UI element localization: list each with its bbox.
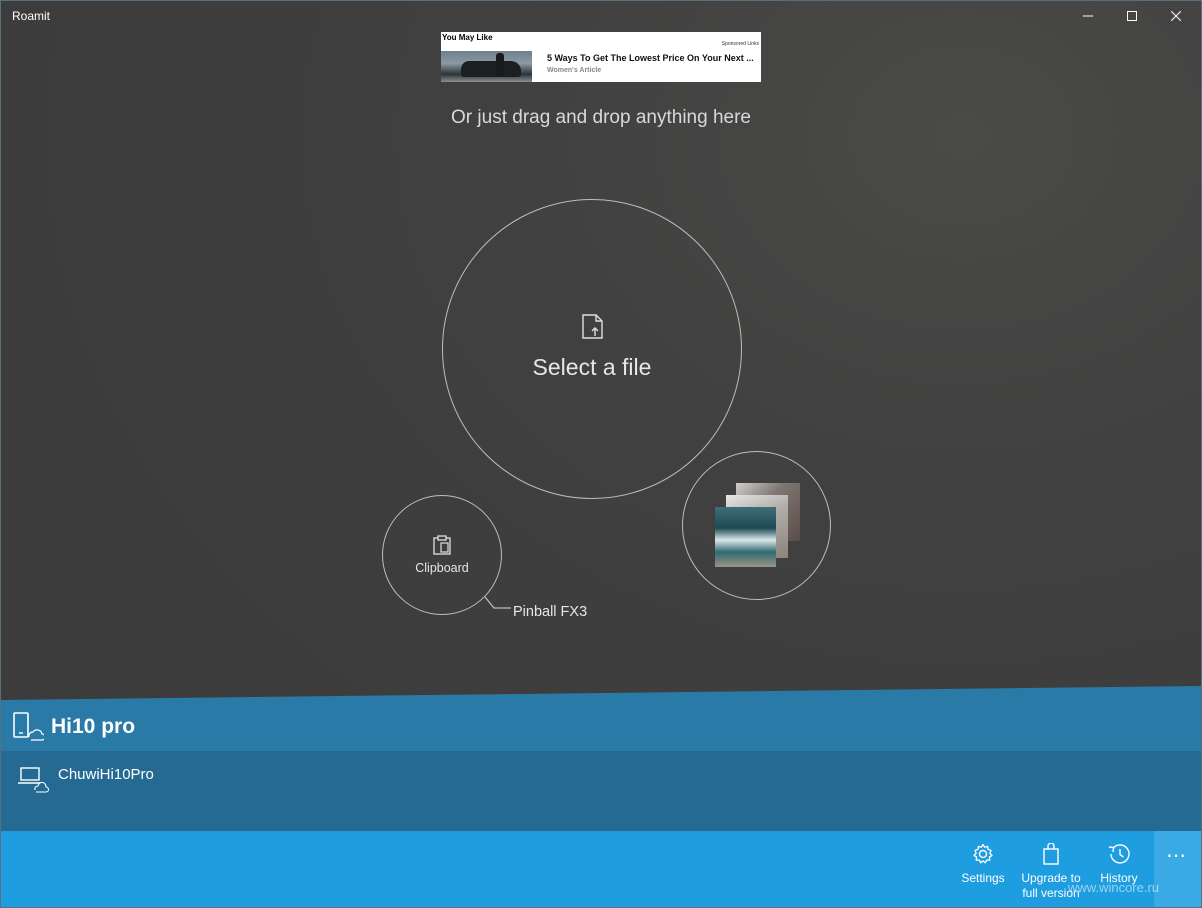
app-window: Roamit You May Like Sponsored Links 5 Wa…	[0, 0, 1202, 908]
ad-car-image	[461, 61, 521, 77]
clipboard-icon	[433, 535, 451, 555]
settings-label: Settings	[961, 871, 1005, 885]
shopping-bag-icon	[1043, 843, 1059, 865]
maximize-icon	[1127, 11, 1137, 21]
ad-source: Women's Article	[547, 67, 602, 74]
clipboard-connector-line	[484, 596, 511, 609]
ad-thumbnail[interactable]	[441, 51, 532, 82]
close-button[interactable]	[1154, 0, 1198, 32]
app-title: Roamit	[12, 9, 51, 23]
close-icon	[1171, 11, 1181, 21]
photos-button[interactable]	[682, 451, 831, 600]
file-upload-icon	[582, 314, 603, 339]
photo-thumbnail	[715, 507, 776, 567]
history-button[interactable]: History	[1094, 831, 1144, 908]
minimize-icon	[1083, 15, 1093, 17]
upgrade-button[interactable]: Upgrade to full version	[1016, 831, 1086, 908]
select-file-button[interactable]: Select a file	[442, 199, 742, 499]
ad-person-image	[496, 53, 504, 77]
drag-drop-hint: Or just drag and drop anything here	[451, 107, 751, 128]
ad-sponsored-label[interactable]: Sponsored Links	[722, 41, 759, 47]
select-file-label: Select a file	[532, 354, 652, 380]
device-list-item[interactable]: ChuwiHi10Pro	[0, 751, 1202, 831]
watermark-text: www.wincore.ru	[1068, 880, 1160, 895]
ad-header: You May Like	[442, 33, 493, 42]
gear-icon	[973, 843, 993, 864]
maximize-button[interactable]	[1110, 0, 1154, 32]
device-list-item-label: ChuwiHi10Pro	[58, 766, 154, 783]
history-icon	[1108, 844, 1130, 864]
clipboard-source-app: Pinball FX3	[513, 604, 588, 620]
laptop-cloud-icon	[18, 767, 50, 793]
more-icon: ⋯	[1166, 843, 1188, 867]
device-panel: Hi10 pro ChuwiHi10Pro	[0, 686, 1202, 832]
title-bar: Roamit	[0, 0, 1202, 32]
tablet-cloud-icon	[13, 712, 44, 741]
device-name[interactable]: Hi10 pro	[51, 715, 135, 739]
ad-banner[interactable]: You May Like Sponsored Links 5 Ways To G…	[441, 32, 761, 82]
command-bar: Settings Upgrade to full version History…	[0, 831, 1202, 908]
clipboard-label: Clipboard	[415, 561, 469, 575]
minimize-button[interactable]	[1066, 0, 1110, 32]
settings-button[interactable]: Settings	[956, 831, 1010, 908]
ad-headline[interactable]: 5 Ways To Get The Lowest Price On Your N…	[547, 53, 759, 63]
more-button[interactable]: ⋯	[1154, 831, 1202, 908]
